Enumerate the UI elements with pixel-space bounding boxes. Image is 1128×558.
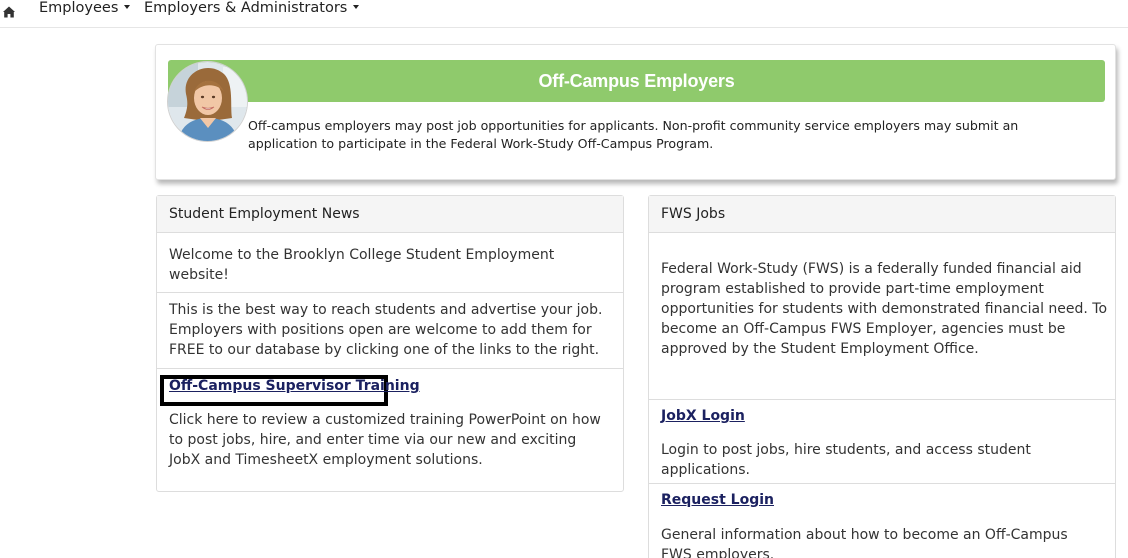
divider [157, 368, 623, 369]
panel-title: Student Employment News [169, 206, 360, 222]
divider [157, 292, 623, 293]
avatar [167, 61, 248, 142]
nav-employers-label: Employers & Administrators [144, 0, 348, 16]
training-description: Click here to review a customized traini… [169, 412, 601, 468]
panel-heading: Student Employment News [157, 196, 623, 233]
request-login-link[interactable]: Request Login [661, 492, 774, 508]
off-campus-employers-card: Off-Campus Employers Off-campus employer… [155, 44, 1116, 180]
nav-employees-label: Employees [39, 0, 119, 16]
jobx-description: Login to post jobs, hire students, and a… [661, 442, 1031, 478]
welcome-text: Welcome to the Brooklyn College Student … [169, 247, 555, 283]
home-icon[interactable] [2, 4, 16, 18]
panel-title: FWS Jobs [661, 206, 726, 222]
nav-employees-dropdown[interactable]: Employees [39, 0, 131, 18]
divider [649, 483, 1115, 484]
hero-banner: Off-Campus Employers [168, 60, 1105, 102]
request-description: General information about how to become … [661, 527, 1068, 558]
caret-down-icon [353, 5, 360, 9]
divider [649, 399, 1115, 400]
fws-description: Federal Work-Study (FWS) is a federally … [661, 261, 1108, 357]
jobx-login-link[interactable]: JobX Login [661, 408, 745, 424]
panel-heading: FWS Jobs [649, 196, 1115, 233]
top-navbar: Employees Employers & Administrators [0, 0, 1128, 28]
supervisor-training-link[interactable]: Off-Campus Supervisor Training [169, 378, 420, 394]
hero-description: Off-campus employers may post job opport… [248, 118, 1019, 151]
caret-down-icon [124, 5, 131, 9]
intro-text: This is the best way to reach students a… [169, 302, 603, 358]
hero-title: Off-Campus Employers [538, 71, 735, 91]
nav-employers-dropdown[interactable]: Employers & Administrators [144, 0, 360, 18]
student-employment-news-panel: Student Employment News Welcome to the B… [156, 195, 624, 492]
fws-jobs-panel: FWS Jobs Federal Work-Study (FWS) is a f… [648, 195, 1116, 558]
